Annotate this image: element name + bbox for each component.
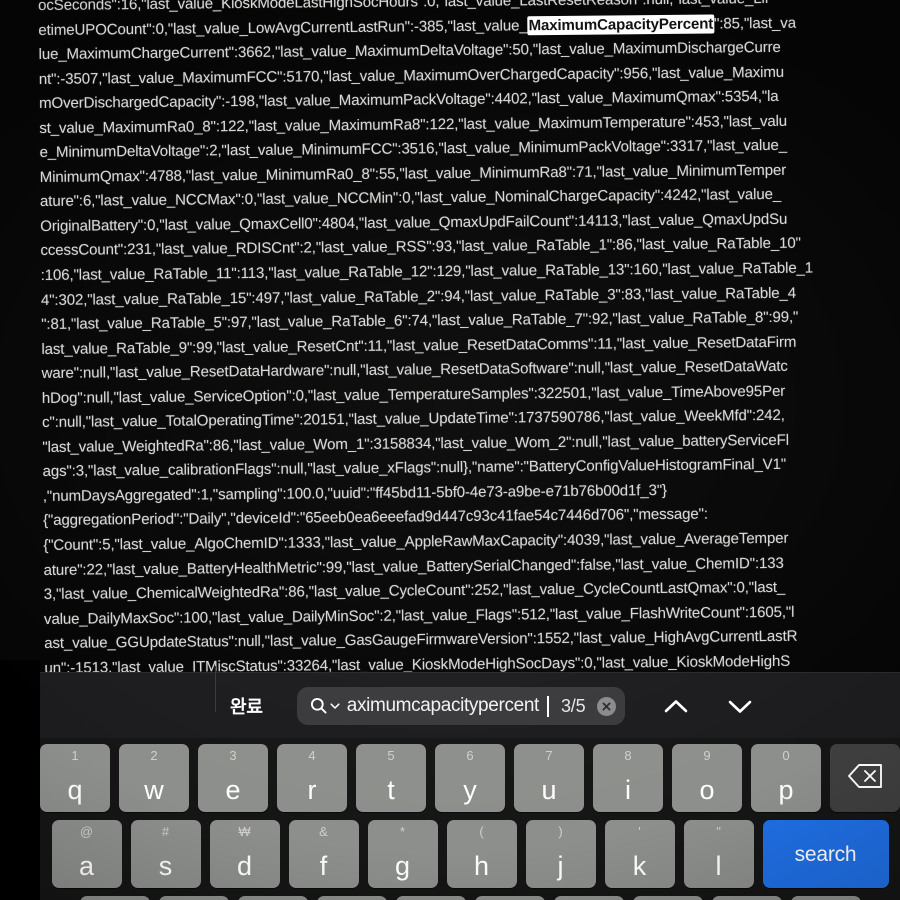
key-label: u	[541, 775, 557, 805]
chevron-down-icon	[729, 700, 752, 713]
search-scope-dropdown[interactable]	[309, 696, 340, 716]
search-highlight-current: MaximumCapacityPercent	[527, 14, 715, 35]
key-l[interactable]: " l	[683, 820, 754, 888]
key-u[interactable]: 7u	[514, 744, 584, 812]
find-bar: 완료 aximumcapacitypercent 3/5	[40, 672, 900, 739]
backspace-icon	[848, 763, 882, 788]
key-blank[interactable]	[711, 896, 782, 900]
search-key[interactable]: search	[762, 820, 889, 888]
key-f[interactable]: & f	[288, 820, 359, 888]
keyboard-row: @ a # s ₩ d & f * g(h) j ' k " l search	[40, 820, 900, 888]
key-a[interactable]: @ a	[51, 820, 122, 888]
key-j[interactable]: ) j	[525, 820, 596, 888]
key-d[interactable]: ₩ d	[209, 820, 280, 888]
key-alt-label: (	[479, 824, 484, 839]
backspace-key[interactable]	[830, 744, 900, 812]
key-y[interactable]: 6y	[435, 744, 505, 812]
key-alt-label: ₩	[238, 824, 251, 839]
key-alt-label: @	[79, 824, 94, 839]
key-label: w	[144, 775, 164, 805]
key-label: o	[699, 775, 715, 805]
key-blank[interactable]	[553, 896, 624, 900]
key-blank[interactable]	[632, 896, 703, 900]
key-label: p	[778, 775, 794, 805]
key-alt-label: )	[558, 824, 563, 839]
key-e[interactable]: 3e	[198, 744, 268, 812]
key-alt-label: 3	[229, 748, 237, 763]
key-alt-label: 0	[782, 748, 790, 763]
key-label: r	[307, 775, 317, 805]
key-alt-label: "	[716, 824, 721, 839]
done-button[interactable]: 완료	[220, 689, 273, 723]
key-alt-label: 9	[703, 748, 711, 763]
key-label: q	[67, 775, 83, 805]
previous-match-button[interactable]	[659, 689, 693, 723]
key-alt-label: #	[161, 824, 170, 839]
key-q[interactable]: 1q	[40, 744, 110, 812]
key-s[interactable]: # s	[130, 820, 201, 888]
key-alt-label: 1	[71, 748, 79, 763]
key-w[interactable]: 2w	[119, 744, 189, 812]
key-label: s	[158, 851, 173, 881]
key-label	[846, 762, 884, 795]
key-i[interactable]: 8i	[593, 744, 663, 812]
search-icon	[310, 697, 327, 714]
key-label: f	[319, 851, 328, 881]
key-label: k	[632, 851, 647, 881]
search-input-value: aximumcapacitypercent	[346, 695, 540, 716]
next-match-button[interactable]	[723, 689, 757, 723]
key-label: h	[473, 851, 490, 881]
device-bezel	[0, 660, 40, 900]
text-caret	[546, 695, 549, 717]
key-label: y	[463, 775, 477, 805]
search-input-field[interactable]: aximumcapacitypercent 3/5	[296, 687, 626, 725]
key-blank[interactable]	[79, 896, 150, 900]
key-label: a	[78, 851, 95, 881]
key-g[interactable]: * g	[367, 820, 438, 888]
key-blank[interactable]	[790, 896, 861, 900]
key-label: j	[557, 851, 564, 881]
key-label: e	[225, 775, 241, 805]
close-icon	[602, 702, 611, 711]
key-alt-label: 8	[624, 748, 632, 763]
key-alt-label: &	[319, 824, 328, 839]
key-k[interactable]: ' k	[604, 820, 675, 888]
key-o[interactable]: 9o	[672, 744, 742, 812]
photographed-screen: ocSeconds":16,"last_value_KioskModeLastH…	[0, 0, 900, 900]
key-label: i	[625, 775, 631, 805]
key-alt-label: 4	[308, 748, 316, 763]
key-alt-label: 5	[387, 748, 395, 763]
match-count-label: 3/5	[560, 695, 586, 716]
key-t[interactable]: 5t	[356, 744, 426, 812]
key-alt-label: 7	[545, 748, 553, 763]
key-label: l	[715, 851, 722, 881]
clear-search-button[interactable]	[597, 696, 617, 716]
key-label: d	[236, 851, 253, 881]
key-alt-label: 6	[466, 748, 474, 763]
chevron-down-icon	[330, 703, 340, 709]
chevron-up-icon	[665, 699, 688, 712]
key-blank[interactable]	[395, 896, 466, 900]
key-alt-label: '	[638, 824, 641, 839]
key-alt-label: *	[399, 824, 406, 839]
key-alt-label: 2	[150, 748, 158, 763]
key-blank[interactable]	[158, 896, 229, 900]
key-label: t	[387, 775, 395, 805]
keyboard-row	[40, 896, 900, 900]
key-label: search	[794, 842, 857, 866]
key-p[interactable]: 0p	[751, 744, 821, 812]
key-blank[interactable]	[316, 896, 387, 900]
key-blank[interactable]	[474, 896, 545, 900]
key-r[interactable]: 4r	[277, 744, 347, 812]
key-blank[interactable]	[237, 896, 308, 900]
keyboard-row: 1q2w3e4r5t6y7u8i9o0p	[40, 744, 900, 812]
key-h[interactable]: (h	[446, 820, 517, 888]
key-label: g	[394, 851, 411, 881]
onscreen-keyboard: 1 q 2 w 3 e 4 r 5 t 6 y 7 u 8 i 9 o 0 p @ a # s ₩ d & f * g(h) j ' k " l se…	[40, 738, 900, 900]
find-bar-divider	[215, 666, 216, 712]
